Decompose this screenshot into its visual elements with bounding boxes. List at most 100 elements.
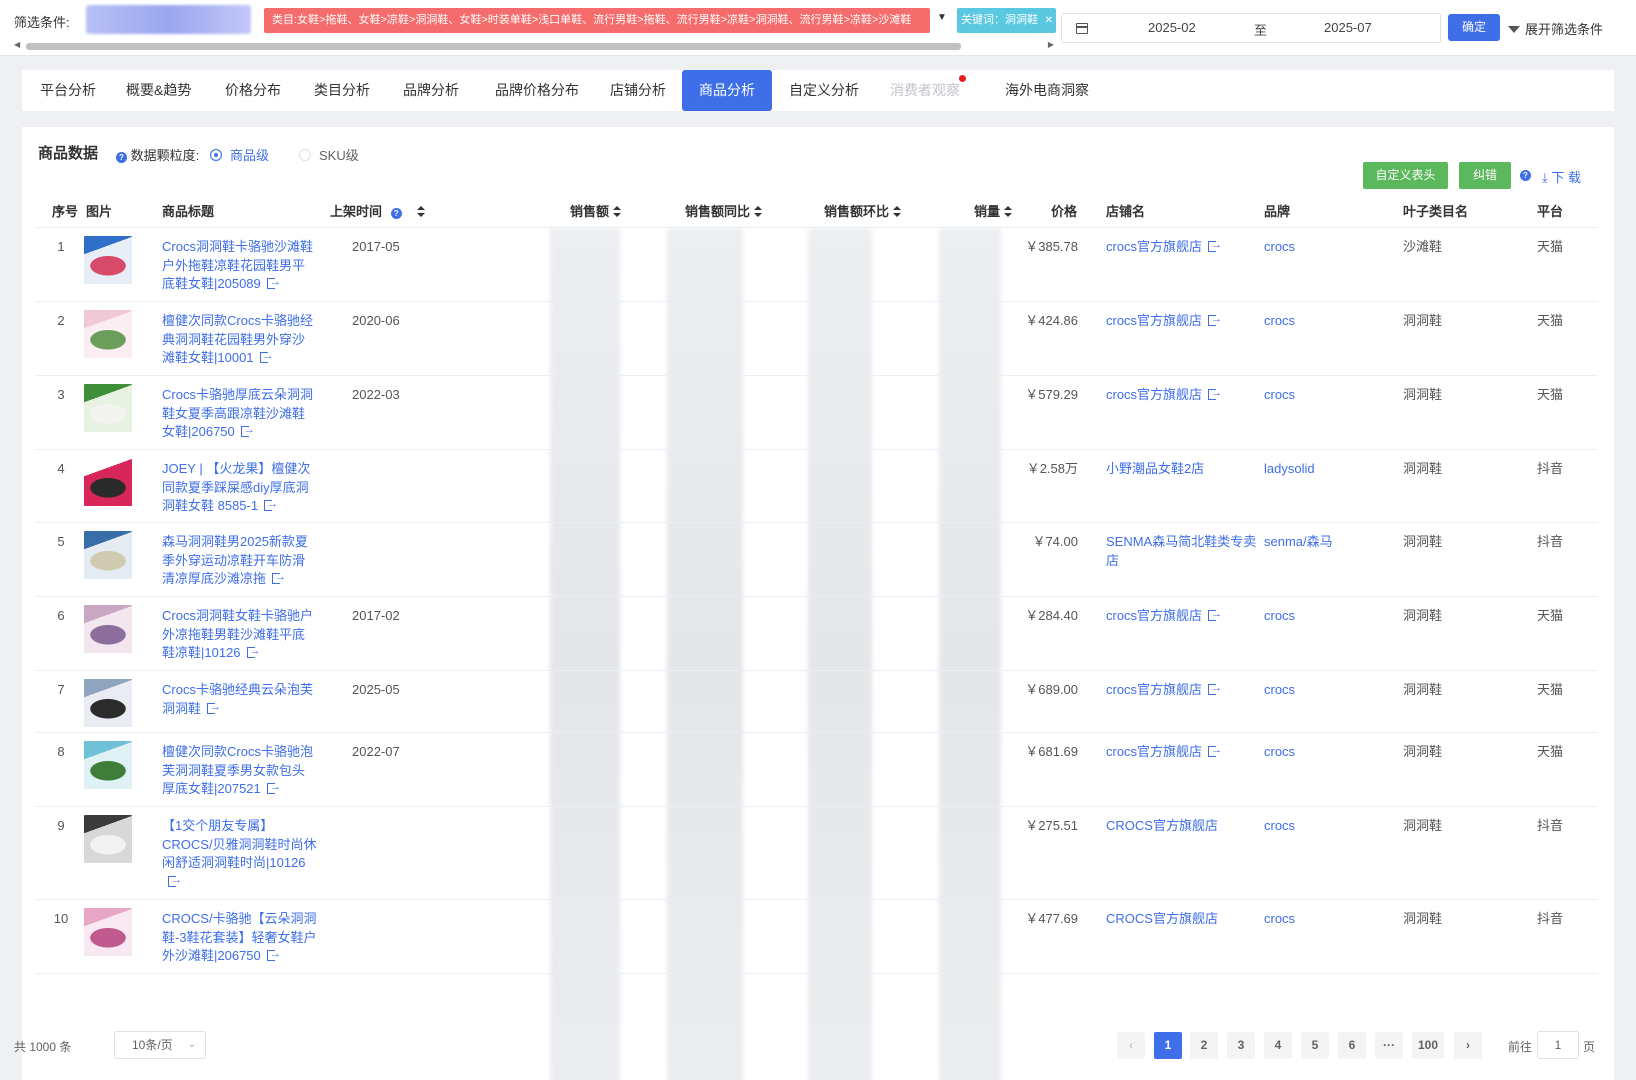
shop-name-link[interactable]: crocs官方旗舰店 [1106, 679, 1261, 700]
shop-name-link[interactable]: crocs官方旗舰店 [1106, 605, 1261, 626]
tab-product[interactable]: 商品分析 [682, 70, 772, 111]
page-button[interactable]: 2 [1190, 1032, 1218, 1059]
product-thumbnail[interactable] [84, 310, 132, 358]
prev-page-button[interactable]: ‹ [1117, 1032, 1145, 1059]
sort-icon[interactable] [1004, 206, 1013, 217]
caret-down-icon[interactable]: ▼ [937, 12, 947, 23]
tab-category[interactable]: 类目分析 [314, 70, 370, 111]
help-icon[interactable]: ? [390, 208, 402, 219]
product-thumbnail[interactable] [84, 605, 132, 653]
product-title-link[interactable]: 【1交个朋友专属】CROCS/贝雅洞洞鞋时尚休闲舒适洞洞鞋时尚|10126 [162, 817, 317, 891]
brand-link[interactable]: crocs [1264, 817, 1354, 836]
confirm-button[interactable]: 确定 [1448, 14, 1500, 41]
page-button[interactable]: 3 [1227, 1032, 1255, 1059]
tab-consumer[interactable]: 消费者观察 [890, 70, 966, 111]
shop-name-link[interactable]: CROCS官方旗舰店 [1106, 817, 1261, 836]
tab-brand-price[interactable]: 品牌价格分布 [495, 70, 579, 111]
tab-brand[interactable]: 品牌分析 [403, 70, 459, 111]
product-title-link[interactable]: Crocs卡骆驰经典云朵泡芙洞洞鞋 [162, 681, 317, 718]
page-button[interactable]: 1 [1154, 1032, 1182, 1059]
custom-header-button[interactable]: 自定义表头 [1363, 162, 1448, 189]
goto-page-input[interactable]: 1 [1537, 1031, 1579, 1059]
external-link-icon[interactable] [240, 421, 255, 440]
scrollbar-thumb[interactable] [26, 43, 961, 50]
tab-platform[interactable]: 平台分析 [40, 70, 96, 111]
product-thumbnail[interactable] [84, 679, 132, 727]
external-link-icon[interactable] [1208, 310, 1222, 329]
external-link-icon[interactable] [266, 273, 281, 292]
external-link-icon[interactable] [266, 778, 281, 797]
external-link-icon[interactable] [1208, 605, 1222, 624]
product-title-link[interactable]: CROCS/卡骆驰【云朵洞洞鞋-3鞋花套装】轻奢女鞋户外沙滩鞋|206750 [162, 910, 317, 966]
radio-checked-icon[interactable] [210, 149, 222, 161]
sort-icon[interactable] [893, 206, 902, 217]
page-button[interactable]: 6 [1338, 1032, 1366, 1059]
product-thumbnail[interactable] [84, 815, 132, 863]
tab-custom[interactable]: 自定义分析 [789, 70, 859, 111]
product-thumbnail[interactable] [84, 908, 132, 956]
tab-price-distribution[interactable]: 价格分布 [225, 70, 281, 111]
external-link-icon[interactable] [1208, 679, 1222, 698]
shop-name-link[interactable]: SENMA森马简北鞋类专卖店 [1106, 533, 1261, 570]
sort-icon[interactable] [613, 206, 622, 217]
shop-name-link[interactable]: crocs官方旗舰店 [1106, 310, 1261, 331]
page-button[interactable]: 4 [1264, 1032, 1292, 1059]
date-end[interactable]: 2025-07 [1324, 20, 1372, 35]
radio-product-level[interactable]: 商品级 [210, 145, 269, 164]
download-button[interactable]: ⤓ 下 载 [1542, 167, 1581, 186]
next-page-button[interactable]: › [1454, 1032, 1482, 1059]
product-title-link[interactable]: 檀健次同款Crocs卡骆驰泡芙洞洞鞋夏季男女款包头厚底女鞋|207521 [162, 743, 317, 799]
radio-unchecked-icon[interactable] [299, 149, 311, 161]
category-filter-tag[interactable]: 类目:女鞋>拖鞋、女鞋>凉鞋>洞洞鞋、女鞋>时装单鞋>浅口单鞋、流行男鞋>拖鞋、… [264, 8, 930, 33]
correct-error-button[interactable]: 纠错 [1459, 162, 1511, 189]
scroll-left-icon[interactable]: ◀ [14, 40, 20, 49]
expand-filters-button[interactable]: 展开筛选条件 [1508, 19, 1603, 38]
tab-overseas[interactable]: 海外电商洞察 [992, 70, 1102, 111]
brand-link[interactable]: crocs [1264, 743, 1354, 762]
product-thumbnail[interactable] [84, 384, 132, 432]
sort-icon[interactable] [417, 206, 426, 217]
product-title-link[interactable]: 森马洞洞鞋男2025新款夏季外穿运动凉鞋开车防滑清凉厚底沙滩凉拖 [162, 533, 317, 589]
page-button[interactable]: 100 [1412, 1032, 1444, 1059]
product-title-link[interactable]: 檀健次同款Crocs卡骆驰经典洞洞鞋花园鞋男外穿沙滩鞋女鞋|10001 [162, 312, 317, 368]
col-sales-yoy[interactable]: 销售额同比 [685, 201, 763, 220]
external-link-icon[interactable] [246, 642, 261, 661]
product-thumbnail[interactable] [84, 236, 132, 284]
brand-link[interactable]: ladysolid [1264, 460, 1354, 479]
external-link-icon[interactable] [266, 945, 281, 964]
product-title-link[interactable]: Crocs洞洞鞋卡骆驰沙滩鞋户外拖鞋凉鞋花园鞋男平底鞋女鞋|205089 [162, 238, 317, 294]
external-link-icon[interactable] [1208, 741, 1222, 760]
shop-name-link[interactable]: crocs官方旗舰店 [1106, 236, 1261, 257]
help-icon[interactable]: ? [116, 152, 127, 163]
external-link-icon[interactable] [1208, 236, 1222, 255]
external-link-icon[interactable] [1208, 384, 1222, 403]
product-thumbnail[interactable] [84, 741, 132, 789]
shop-name-link[interactable]: 小野潮品女鞋2店 [1106, 460, 1261, 479]
brand-link[interactable]: crocs [1264, 607, 1354, 626]
external-link-icon[interactable] [264, 495, 278, 514]
shop-name-link[interactable]: crocs官方旗舰店 [1106, 741, 1261, 762]
filter-scrollbar[interactable]: ◀ ▶ [14, 40, 1054, 52]
brand-link[interactable]: crocs [1264, 238, 1354, 257]
external-link-icon[interactable] [259, 347, 274, 366]
filter-blurred-field[interactable] [86, 5, 251, 34]
product-thumbnail[interactable] [84, 531, 132, 579]
shop-name-link[interactable]: crocs官方旗舰店 [1106, 384, 1261, 405]
product-title-link[interactable]: Crocs洞洞鞋女鞋卡骆驰户外凉拖鞋男鞋沙滩鞋平底鞋凉鞋|10126 [162, 607, 317, 663]
date-range-picker[interactable]: 2025-02 至 2025-07 [1061, 13, 1441, 43]
radio-sku-level[interactable]: SKU级 [299, 145, 359, 164]
col-volume[interactable]: 销量 [974, 201, 1013, 220]
brand-link[interactable]: crocs [1264, 910, 1354, 929]
external-link-icon[interactable] [168, 871, 182, 889]
page-ellipsis[interactable]: ··· [1375, 1032, 1403, 1059]
tab-shop[interactable]: 店铺分析 [610, 70, 666, 111]
brand-link[interactable]: senma/森马 [1264, 533, 1354, 552]
tab-overview-trend[interactable]: 概要&趋势 [126, 70, 191, 111]
product-thumbnail[interactable] [84, 458, 132, 506]
col-sales-mom[interactable]: 销售额环比 [824, 201, 902, 220]
keyword-filter-tag[interactable]: 关键词：洞洞鞋 ✕ [957, 8, 1056, 33]
col-sales[interactable]: 销售额 [570, 201, 622, 220]
sort-icon[interactable] [754, 206, 763, 217]
page-size-select[interactable]: 10条/页 ⌄ [114, 1031, 206, 1059]
brand-link[interactable]: crocs [1264, 681, 1354, 700]
